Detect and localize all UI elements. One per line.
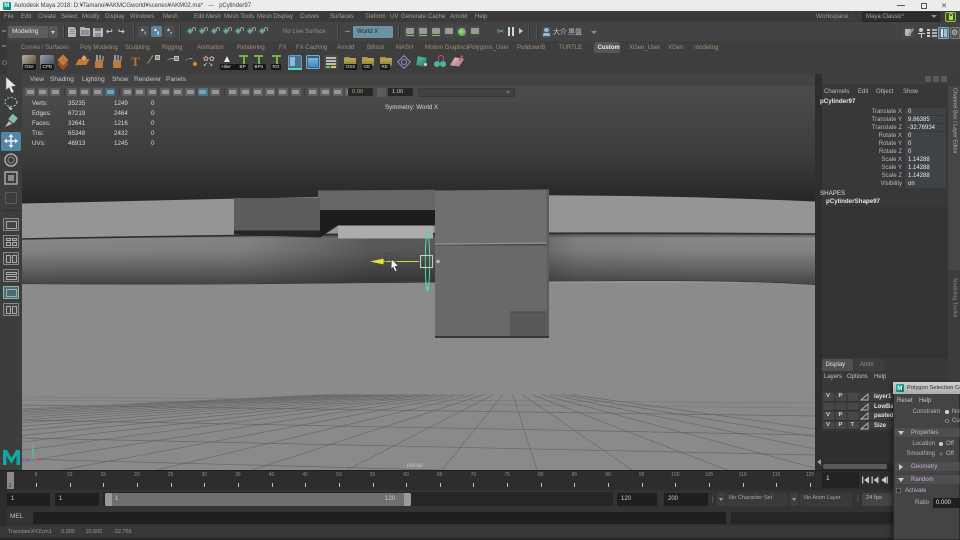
svg-text:0: 0 (151, 100, 155, 107)
svg-text:0: 0 (151, 130, 155, 137)
svg-text:UVs:: UVs: (32, 140, 46, 147)
svg-text:0: 0 (151, 110, 155, 117)
svg-text:Faces:: Faces: (32, 120, 51, 127)
svg-text:0: 0 (151, 140, 155, 147)
svg-text:Verts:: Verts: (32, 100, 48, 107)
svg-text:2432: 2432 (114, 130, 128, 137)
svg-text:67219: 67219 (68, 110, 86, 117)
svg-text:1245: 1245 (114, 140, 128, 147)
svg-text:0: 0 (151, 120, 155, 127)
svg-text:Edges:: Edges: (32, 110, 52, 117)
svg-text:65348: 65348 (68, 130, 86, 137)
svg-text:46913: 46913 (68, 140, 86, 147)
svg-text:Tris:: Tris: (32, 130, 44, 137)
svg-text:Symmetry: World X: Symmetry: World X (385, 104, 438, 111)
svg-text:persp: persp (407, 462, 423, 469)
svg-text:35235: 35235 (68, 100, 86, 107)
svg-text:1249: 1249 (114, 100, 128, 107)
svg-text:32641: 32641 (68, 120, 86, 127)
svg-text:1216: 1216 (114, 120, 128, 127)
svg-text:2464: 2464 (114, 110, 128, 117)
